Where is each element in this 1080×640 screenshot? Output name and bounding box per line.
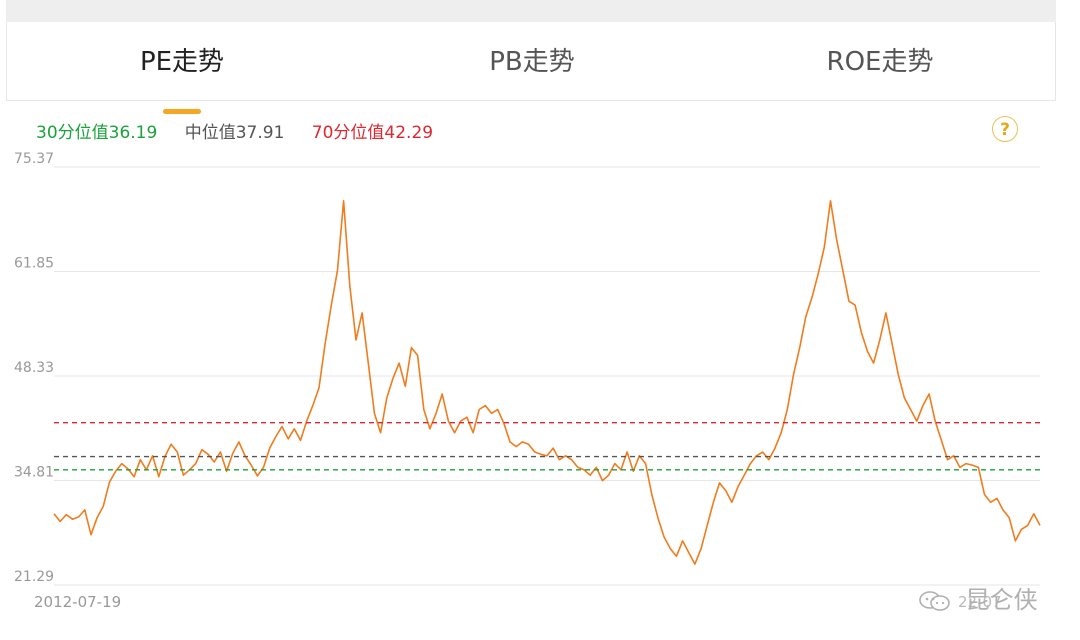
wechat-icon — [919, 591, 950, 611]
watermark-text: 昆仑侠 — [965, 586, 1038, 614]
y-tick-label: 21.29 — [14, 569, 54, 585]
watermark: 昆仑侠 — [918, 580, 1038, 614]
y-tick-label: 48.33 — [14, 360, 54, 376]
y-tick-label: 61.85 — [14, 256, 54, 272]
x-tick-label: 2012-07-19 — [34, 593, 121, 611]
pe-series-line — [53, 200, 1041, 565]
y-tick-label: 34.81 — [14, 465, 54, 481]
pe-trend-chart: 75.3761.8548.3334.8121.292012-07-19 22-07 — [14, 151, 1041, 611]
y-tick-label: 75.37 — [14, 151, 54, 167]
